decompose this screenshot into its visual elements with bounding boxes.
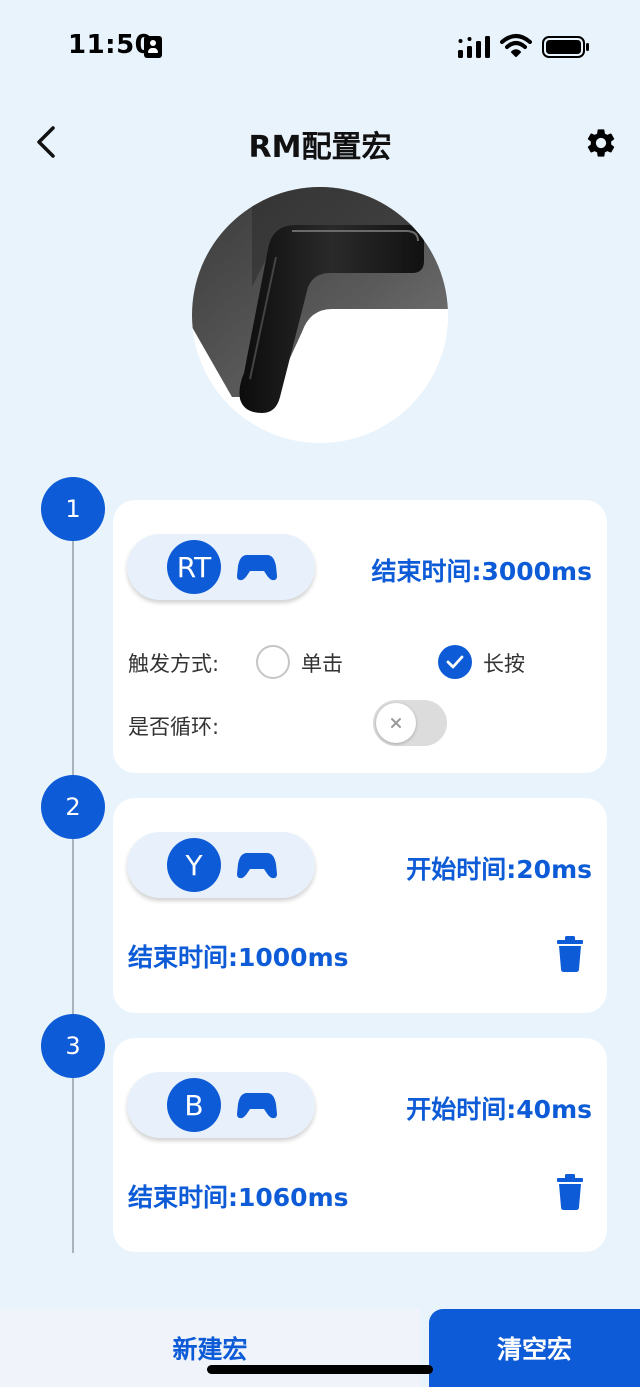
start-time-label: 开始时间:40ms [406, 1095, 592, 1124]
status-bar: 11:50 [0, 0, 640, 90]
clear-macro-button[interactable]: 清空宏 [429, 1309, 640, 1387]
macro-step-card[interactable]: RT 结束时间:3000ms 触发方式: 单击 长按 是否循环: [113, 500, 607, 773]
settings-button[interactable] [580, 122, 622, 164]
status-time: 11:50 [68, 30, 154, 60]
start-time-label: 开始时间:20ms [406, 855, 592, 884]
trigger-mode-label: 触发方式: [128, 652, 220, 676]
gamepad-icon [237, 853, 277, 879]
end-time-label: 结束时间:3000ms [371, 557, 592, 586]
radio-single-click-label: 单击 [301, 652, 343, 676]
step-number-badge: 1 [41, 477, 105, 541]
timeline-line [72, 520, 74, 1253]
wifi-icon [500, 34, 532, 57]
trash-icon[interactable] [555, 936, 585, 972]
page-title: RM配置宏 [248, 130, 392, 165]
radio-long-press-label: 长按 [483, 652, 525, 676]
macro-step-card[interactable]: B 开始时间:40ms 结束时间:1060ms [113, 1038, 607, 1252]
step-number-badge: 3 [41, 1014, 105, 1078]
key-selector[interactable]: B [127, 1072, 315, 1138]
step-number-badge: 2 [41, 775, 105, 839]
loop-toggle[interactable] [373, 700, 447, 746]
controller-paddle-image [192, 187, 448, 443]
key-button: RT [167, 540, 221, 594]
signal-icon [458, 36, 490, 58]
close-icon [391, 718, 401, 728]
battery-icon [542, 36, 589, 58]
macro-step-card[interactable]: Y 开始时间:20ms 结束时间:1000ms [113, 798, 607, 1013]
gear-icon [587, 129, 615, 157]
new-macro-button[interactable]: 新建宏 [0, 1309, 420, 1387]
device-image [192, 187, 448, 443]
nav-bar: RM配置宏 [0, 110, 640, 174]
check-icon [446, 655, 464, 669]
home-indicator [207, 1365, 433, 1374]
trash-icon[interactable] [555, 1174, 585, 1210]
key-selector[interactable]: RT [127, 534, 315, 600]
bottom-action-bar: 新建宏 清空宏 [0, 1309, 640, 1387]
key-selector[interactable]: Y [127, 832, 315, 898]
end-time-label: 结束时间:1060ms [128, 1183, 349, 1212]
key-button: B [167, 1078, 221, 1132]
toggle-knob [376, 703, 416, 743]
gamepad-icon [237, 1093, 277, 1119]
loop-label: 是否循环: [128, 715, 220, 739]
id-card-icon [144, 36, 162, 58]
gamepad-icon [237, 555, 277, 581]
radio-long-press[interactable] [438, 645, 472, 679]
key-button: Y [167, 838, 221, 892]
end-time-label: 结束时间:1000ms [128, 943, 349, 972]
radio-single-click[interactable] [256, 645, 290, 679]
